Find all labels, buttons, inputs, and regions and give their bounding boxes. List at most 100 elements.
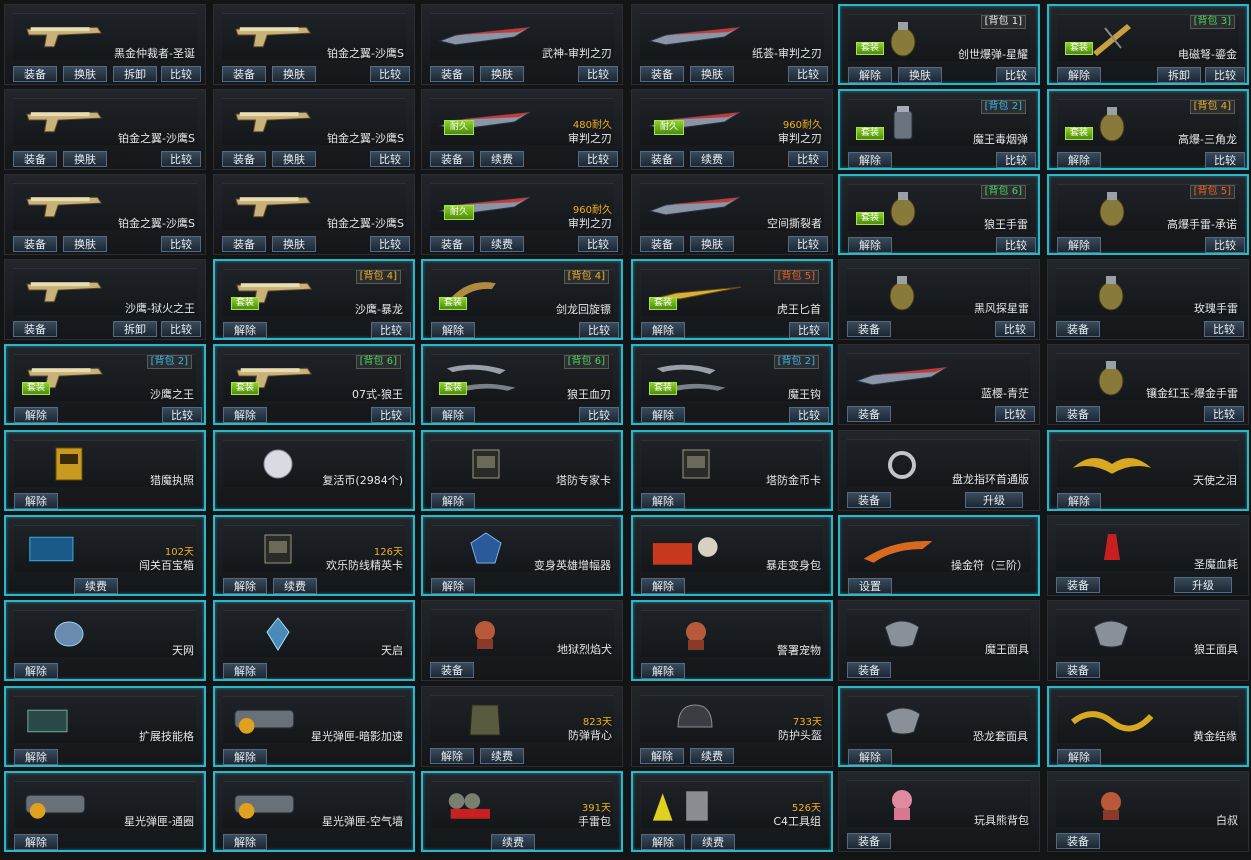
inventory-slot[interactable]: 黑风探星雷 装备 比较 bbox=[838, 259, 1040, 340]
inventory-slot[interactable]: 空间撕裂者 装备 换肤 比较 bbox=[631, 174, 833, 255]
unequip-button[interactable]: 解除 bbox=[640, 748, 684, 764]
compare-button[interactable]: 比较 bbox=[370, 66, 410, 82]
compare-button[interactable]: 比较 bbox=[788, 151, 828, 167]
unequip-button[interactable]: 解除 bbox=[223, 663, 267, 679]
inventory-slot[interactable]: [背包 2] 套装 魔王钩 解除 比较 bbox=[631, 344, 833, 425]
compare-button[interactable]: 比较 bbox=[789, 322, 829, 338]
compare-button[interactable]: 比较 bbox=[1205, 152, 1245, 168]
compare-button[interactable]: 比较 bbox=[788, 66, 828, 82]
unequip-button[interactable]: 解除 bbox=[641, 407, 685, 423]
inventory-slot[interactable]: 蓝樱-青茫 装备 比较 bbox=[838, 344, 1040, 425]
unequip-button[interactable]: 解除 bbox=[641, 663, 685, 679]
equip-button[interactable]: 装备 bbox=[640, 151, 684, 167]
inventory-slot[interactable]: 铂金之翼-沙鹰S 装备 换肤 比较 bbox=[4, 89, 206, 170]
compare-button[interactable]: 比较 bbox=[579, 322, 619, 338]
equip-button[interactable]: 装备 bbox=[13, 236, 57, 252]
inventory-slot[interactable]: 823天 防弹背心 解除 续费 bbox=[421, 686, 623, 767]
inventory-slot[interactable]: 猎魔执照 解除 bbox=[4, 430, 206, 511]
inventory-slot[interactable]: 天使之泪 解除 bbox=[1047, 430, 1249, 511]
unequip-button[interactable]: 解除 bbox=[641, 578, 685, 594]
compare-button[interactable]: 比较 bbox=[996, 152, 1036, 168]
unequip-button[interactable]: 解除 bbox=[431, 493, 475, 509]
inventory-slot[interactable]: 星光弹匣-通圈 解除 bbox=[4, 771, 206, 852]
inventory-slot[interactable]: 黑金仲裁者-圣诞 装备 换肤 拆卸 比较 bbox=[4, 4, 206, 85]
inventory-slot[interactable]: 玩具熊背包 装备 bbox=[838, 771, 1040, 852]
equip-button[interactable]: 装备 bbox=[1056, 577, 1100, 593]
equip-button[interactable]: 装备 bbox=[847, 406, 891, 422]
equip-button[interactable]: 装备 bbox=[222, 66, 266, 82]
inventory-slot[interactable]: 黄金结缘 解除 bbox=[1047, 686, 1249, 767]
skin-button[interactable]: 换肤 bbox=[272, 151, 316, 167]
compare-button[interactable]: 比较 bbox=[995, 321, 1035, 337]
equip-button[interactable]: 装备 bbox=[13, 151, 57, 167]
renew-button[interactable]: 续费 bbox=[491, 834, 535, 850]
compare-button[interactable]: 比较 bbox=[161, 321, 201, 337]
renew-button[interactable]: 续费 bbox=[480, 236, 524, 252]
unequip-button[interactable]: 解除 bbox=[223, 322, 267, 338]
unequip-button[interactable]: 解除 bbox=[641, 493, 685, 509]
compare-button[interactable]: 比较 bbox=[161, 66, 201, 82]
disassemble-button[interactable]: 拆卸 bbox=[113, 321, 157, 337]
inventory-slot[interactable]: 变身英雄增幅器 解除 bbox=[421, 515, 623, 596]
inventory-slot[interactable]: [背包 3] 套装 电磁弩-鎏金 解除 拆卸 比较 bbox=[1047, 4, 1249, 85]
inventory-slot[interactable]: 武神-审判之刃 装备 换肤 比较 bbox=[421, 4, 623, 85]
unequip-button[interactable]: 解除 bbox=[223, 749, 267, 765]
renew-button[interactable]: 续费 bbox=[691, 834, 735, 850]
inventory-slot[interactable]: 塔防专家卡 解除 bbox=[421, 430, 623, 511]
compare-button[interactable]: 比较 bbox=[1204, 321, 1244, 337]
equip-button[interactable]: 装备 bbox=[222, 236, 266, 252]
skin-button[interactable]: 换肤 bbox=[63, 66, 107, 82]
compare-button[interactable]: 比较 bbox=[1205, 67, 1245, 83]
inventory-slot[interactable]: 星光弹匣-空气墙 解除 bbox=[213, 771, 415, 852]
inventory-slot[interactable]: [背包 2] 套装 沙鹰之王 解除 比较 bbox=[4, 344, 206, 425]
compare-button[interactable]: 比较 bbox=[578, 66, 618, 82]
equip-button[interactable]: 装备 bbox=[847, 833, 891, 849]
inventory-slot[interactable]: 铂金之翼-沙鹰S 装备 换肤 比较 bbox=[213, 89, 415, 170]
compare-button[interactable]: 比较 bbox=[789, 407, 829, 423]
inventory-slot[interactable]: 126天 欢乐防线精英卡 解除 续费 bbox=[213, 515, 415, 596]
set-button[interactable]: 设置 bbox=[848, 578, 892, 594]
inventory-slot[interactable]: [背包 4] 套装 高爆-三角龙 解除 比较 bbox=[1047, 89, 1249, 170]
unequip-button[interactable]: 解除 bbox=[848, 152, 892, 168]
inventory-slot[interactable]: 铂金之翼-沙鹰S 装备 换肤 比较 bbox=[213, 4, 415, 85]
compare-button[interactable]: 比较 bbox=[162, 407, 202, 423]
renew-button[interactable]: 续费 bbox=[690, 748, 734, 764]
inventory-slot[interactable]: 纸荟-审判之刃 装备 换肤 比较 bbox=[631, 4, 833, 85]
skin-button[interactable]: 换肤 bbox=[272, 236, 316, 252]
unequip-button[interactable]: 解除 bbox=[1057, 237, 1101, 253]
inventory-slot[interactable]: 526天 C4工具组 解除 续费 bbox=[631, 771, 833, 852]
unequip-button[interactable]: 解除 bbox=[223, 834, 267, 850]
equip-button[interactable]: 装备 bbox=[13, 321, 57, 337]
inventory-slot[interactable]: 恐龙套面具 解除 bbox=[838, 686, 1040, 767]
inventory-slot[interactable]: 耐久 480耐久 审判之刃 装备 续费 比较 bbox=[421, 89, 623, 170]
equip-button[interactable]: 装备 bbox=[847, 662, 891, 678]
inventory-slot[interactable]: 魔王面具 装备 bbox=[838, 600, 1040, 681]
inventory-slot[interactable]: 102天 闯关百宝箱 续费 bbox=[4, 515, 206, 596]
unequip-button[interactable]: 解除 bbox=[14, 749, 58, 765]
inventory-slot[interactable]: [背包 1] 套装 创世爆弹-星耀 解除 换肤 比较 bbox=[838, 4, 1040, 85]
equip-button[interactable]: 装备 bbox=[222, 151, 266, 167]
unequip-button[interactable]: 解除 bbox=[430, 748, 474, 764]
inventory-slot[interactable]: 天网 解除 bbox=[4, 600, 206, 681]
compare-button[interactable]: 比较 bbox=[996, 67, 1036, 83]
inventory-slot[interactable]: [背包 5] 套装 虎王匕首 解除 比较 bbox=[631, 259, 833, 340]
unequip-button[interactable]: 解除 bbox=[848, 749, 892, 765]
unequip-button[interactable]: 解除 bbox=[641, 322, 685, 338]
disassemble-button[interactable]: 拆卸 bbox=[113, 66, 157, 82]
equip-button[interactable]: 装备 bbox=[1056, 833, 1100, 849]
equip-button[interactable]: 装备 bbox=[430, 151, 474, 167]
inventory-slot[interactable]: [背包 4] 套装 剑龙回旋镖 解除 比较 bbox=[421, 259, 623, 340]
inventory-slot[interactable]: 733天 防护头盔 解除 续费 bbox=[631, 686, 833, 767]
equip-button[interactable]: 装备 bbox=[430, 662, 474, 678]
compare-button[interactable]: 比较 bbox=[579, 407, 619, 423]
upgrade-button[interactable]: 升级 bbox=[965, 492, 1023, 508]
skin-button[interactable]: 换肤 bbox=[898, 67, 942, 83]
upgrade-button[interactable]: 升级 bbox=[1174, 577, 1232, 593]
unequip-button[interactable]: 解除 bbox=[1057, 67, 1101, 83]
equip-button[interactable]: 装备 bbox=[430, 66, 474, 82]
skin-button[interactable]: 换肤 bbox=[63, 236, 107, 252]
compare-button[interactable]: 比较 bbox=[788, 236, 828, 252]
skin-button[interactable]: 换肤 bbox=[690, 236, 734, 252]
compare-button[interactable]: 比较 bbox=[1205, 237, 1245, 253]
renew-button[interactable]: 续费 bbox=[74, 578, 118, 594]
